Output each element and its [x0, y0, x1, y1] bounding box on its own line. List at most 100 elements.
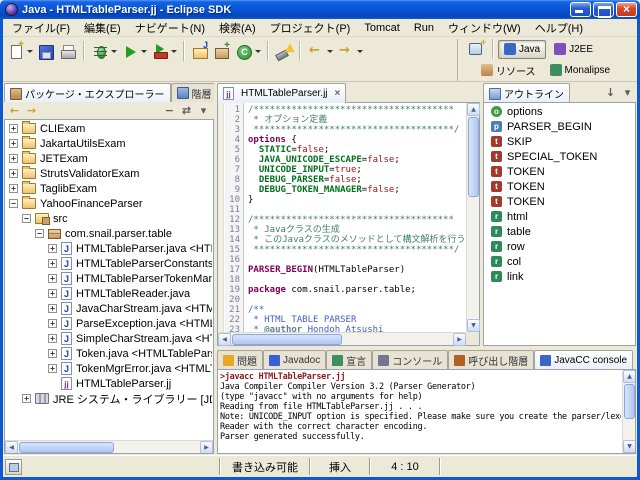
menu-item-7[interactable]: Run [407, 21, 441, 35]
dropdown-caret-icon[interactable] [327, 50, 333, 53]
expand-icon[interactable]: + [48, 334, 57, 343]
menu-item-8[interactable]: ウィンドウ(W) [441, 19, 528, 37]
perspective-j2ee-button[interactable]: J2EE [548, 40, 599, 59]
perspective-monalipse-button[interactable]: Monalipse [544, 61, 617, 80]
menu-item-2[interactable]: 編集(E) [77, 19, 128, 37]
tree-item[interactable]: +JETExam [6, 151, 212, 166]
expand-icon[interactable]: + [22, 394, 31, 403]
save-button[interactable] [35, 42, 57, 61]
collapse-icon[interactable]: − [9, 199, 18, 208]
new-wizard-button[interactable] [5, 42, 35, 61]
outline-item[interactable]: rhtml [485, 209, 634, 224]
package-explorer-hscrollbar[interactable]: ◀ ▶ [5, 440, 213, 453]
collapse-icon[interactable]: − [22, 214, 31, 223]
expand-icon[interactable]: + [9, 139, 18, 148]
run-button[interactable] [119, 42, 149, 61]
scroll-left-icon[interactable]: ◀ [5, 441, 18, 454]
minimize-button[interactable] [570, 2, 591, 17]
view-menu-button[interactable]: ▾ [195, 103, 212, 118]
new-java-project-button[interactable] [189, 42, 211, 61]
menu-item-4[interactable]: 検索(A) [212, 19, 263, 37]
tree-item[interactable]: +StrutsValidatorExam [6, 166, 212, 181]
outline-item[interactable]: tSKIP [485, 134, 634, 149]
expand-icon[interactable]: + [9, 184, 18, 193]
back-button[interactable]: ← [6, 103, 23, 118]
outline-item[interactable]: ooptions [485, 104, 634, 119]
view-tab-hierarchy[interactable]: 階層 [171, 83, 215, 102]
new-class-button[interactable] [233, 42, 263, 61]
tree-item[interactable]: +TaglibExam [6, 181, 212, 196]
console-output[interactable]: >javacc HTMLTableParser.jjJava Compiler … [220, 372, 621, 451]
scrollbar-thumb[interactable] [19, 442, 114, 453]
title-bar[interactable]: Java - HTMLTableParser.jj - Eclipse SDK [0, 0, 640, 19]
scroll-down-icon[interactable]: ▼ [467, 319, 480, 332]
sort-button[interactable]: ↓ [602, 86, 619, 101]
tree-item[interactable]: −src [6, 211, 212, 226]
editor-vscrollbar[interactable]: ▲ ▼ [466, 103, 479, 332]
outline-item[interactable]: tSPECIAL_TOKEN [485, 149, 634, 164]
outline-item[interactable]: rtable [485, 224, 634, 239]
scrollbar-thumb[interactable] [468, 117, 479, 197]
dropdown-caret-icon[interactable] [171, 50, 177, 53]
forward-button[interactable]: → [23, 103, 40, 118]
fast-view-button[interactable] [5, 459, 22, 475]
expand-icon[interactable]: + [9, 154, 18, 163]
tree-item[interactable]: +SimpleCharStream.java <HTMLTableParser.… [6, 331, 212, 346]
view-tab-outline[interactable]: アウトライン [483, 83, 570, 102]
close-button[interactable] [616, 2, 637, 17]
menu-item-9[interactable]: ヘルプ(H) [528, 19, 590, 37]
expand-icon[interactable]: + [9, 169, 18, 178]
dropdown-caret-icon[interactable] [255, 50, 261, 53]
menu-item-6[interactable]: Tomcat [357, 21, 406, 35]
tree-item[interactable]: +TokenMgrError.java <HTMLTableParser.jj> [6, 361, 212, 376]
outline-item[interactable]: pPARSER_BEGIN [485, 119, 634, 134]
console-tab-javacc-console[interactable]: JavaCC console [534, 350, 633, 369]
editor-hscrollbar[interactable]: ◀ ▶ [218, 332, 466, 345]
restore-button[interactable] [593, 2, 614, 17]
scrollbar-thumb[interactable] [232, 334, 342, 345]
expand-icon[interactable]: + [48, 274, 57, 283]
scrollbar-thumb[interactable] [624, 384, 635, 419]
tree-item[interactable]: +Token.java <HTMLTableParser.jj> [6, 346, 212, 361]
console-tab-call-hierarchy[interactable]: 呼び出し階層 [448, 350, 534, 369]
menu-item-3[interactable]: ナビゲート(N) [128, 19, 212, 37]
tree-item[interactable]: +HTMLTableReader.java [6, 286, 212, 301]
view-menu-button[interactable]: ▾ [619, 86, 636, 101]
outline-item[interactable]: tTOKEN [485, 164, 634, 179]
expand-icon[interactable]: + [9, 124, 18, 133]
expand-icon[interactable]: + [48, 289, 57, 298]
tree-item[interactable]: +ParseException.java <HTMLTableParser.jj… [6, 316, 212, 331]
perspective-java-button[interactable]: Java [498, 40, 546, 59]
tree-item[interactable]: +HTMLTableParserConstants.java <HTMLTabl… [6, 256, 212, 271]
close-tab-icon[interactable]: × [335, 89, 341, 99]
tree-item[interactable]: +CLIExam [6, 121, 212, 136]
open-perspective-button[interactable] [463, 40, 488, 59]
scroll-left-icon[interactable]: ◀ [218, 333, 231, 346]
dropdown-caret-icon[interactable] [27, 50, 33, 53]
console-tab-javadoc[interactable]: Javadoc [263, 350, 326, 369]
tree-item[interactable]: +JavaCharStream.java <HTMLTableParser.jj… [6, 301, 212, 316]
console-tab-declaration[interactable]: 宣言 [326, 350, 372, 369]
external-tools-button[interactable] [149, 42, 179, 61]
tree-item[interactable]: +HTMLTableParserTokenManager.java <HTMLT… [6, 271, 212, 286]
tree-item[interactable]: −com.snail.parser.table [6, 226, 212, 241]
search-button[interactable] [273, 42, 295, 61]
outline-item[interactable]: rlink [485, 269, 634, 284]
scroll-right-icon[interactable]: ▶ [200, 441, 213, 454]
print-button[interactable] [57, 42, 79, 61]
scroll-up-icon[interactable]: ▲ [623, 370, 636, 383]
tree-item[interactable]: +HTMLTableParser.java <HTMLTableParser.j… [6, 241, 212, 256]
code-area[interactable]: /************************************* *… [245, 103, 466, 332]
console-tab-console[interactable]: コンソール [372, 350, 448, 369]
editor-tab-htmltableparser[interactable]: HTMLTableParser.jj × [217, 83, 346, 103]
new-package-button[interactable] [211, 42, 233, 61]
tree-item[interactable]: HTMLTableParser.jj [6, 376, 212, 391]
link-with-editor-button[interactable]: ⇄ [178, 103, 195, 118]
expand-icon[interactable]: + [48, 364, 57, 373]
scroll-up-icon[interactable]: ▲ [467, 103, 480, 116]
expand-icon[interactable]: + [48, 349, 57, 358]
scroll-right-icon[interactable]: ▶ [453, 333, 466, 346]
outline-item[interactable]: rcol [485, 254, 634, 269]
view-tab-package-explorer[interactable]: パッケージ・エクスプローラー [4, 83, 171, 102]
outline-item[interactable]: tTOKEN [485, 194, 634, 209]
